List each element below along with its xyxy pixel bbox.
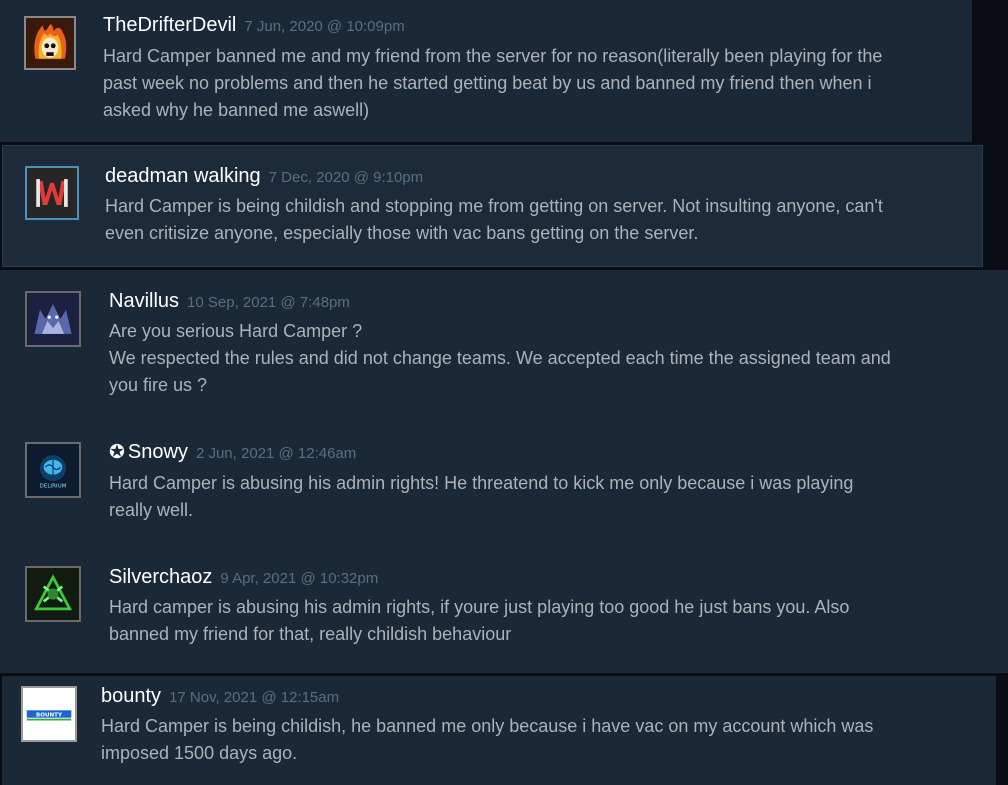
comment-header: Silverchaoz 9 Apr, 2021 @ 10:32pm [109,566,378,589]
comment-text: Are you serious Hard Camper ? We respect… [109,318,891,399]
avatar[interactable] [25,566,81,622]
comment-line: Are you serious Hard Camper ? [109,321,363,341]
comment-header: ✪ Snowy 2 Jun, 2021 @ 12:46am [109,441,356,464]
avatar[interactable]: BOUNTY [21,686,77,742]
comment-header: deadman walking 7 Dec, 2020 @ 9:10pm [105,165,423,188]
comment-line: even critisize anyone, especially those … [105,223,699,243]
timestamp: 9 Apr, 2021 @ 10:32pm [220,570,379,587]
comment-line: asked why he banned me aswell) [103,100,370,120]
comment-group: Navillus 10 Sep, 2021 @ 7:48pm Are you se… [0,270,1008,673]
comment-text: Hard Camper is being childish, he banned… [101,713,873,767]
timestamp: 7 Jun, 2020 @ 10:09pm [244,18,405,35]
star-circle-icon: ✪ [109,442,125,463]
comment-text: Hard camper is abusing his admin rights,… [109,594,849,648]
bounty-logo-icon: BOUNTY [23,688,75,740]
comment-header: Navillus 10 Sep, 2021 @ 7:48pm [109,290,350,313]
w-logo-icon [27,168,77,218]
comment-line: past week no problems and then he starte… [103,73,872,93]
flaming-skull-icon [26,18,74,68]
timestamp: 7 Dec, 2020 @ 9:10pm [268,169,424,186]
comment-card: deadman walking 7 Dec, 2020 @ 9:10pm Hard… [2,145,983,267]
comment-text: Hard Camper is being childish and stoppi… [105,193,883,247]
comment-text: Hard Camper banned me and my friend from… [103,43,882,124]
avatar[interactable] [25,291,81,347]
comment-line: Hard Camper banned me and my friend from… [103,46,883,66]
comment-line: imposed 1500 days ago. [101,743,298,763]
wolf-icon [27,293,79,345]
comment-line: Hard Camper is abusing his admin rights!… [109,473,854,493]
comment-line: We respected the rules and did not chang… [109,348,891,368]
comment-header: bounty 17 Nov, 2021 @ 12:15am [101,685,339,708]
comment-line: really well. [109,500,194,520]
avatar[interactable] [25,166,79,220]
avatar-caption: BOUNTY [36,712,63,718]
author-name[interactable]: deadman walking [105,165,261,187]
author-name[interactable]: Snowy [128,441,188,463]
comment-text: Hard Camper is abusing his admin rights!… [109,470,853,524]
author-name[interactable]: TheDrifterDevil [103,14,236,36]
timestamp: 10 Sep, 2021 @ 7:48pm [187,294,350,311]
brain-icon: DELIRIUM [27,444,79,496]
comment-thread: TheDrifterDevil 7 Jun, 2020 @ 10:09pm Har… [0,0,1008,785]
comment-line: Hard Camper is being childish, he banned… [101,716,874,736]
avatar[interactable]: DELIRIUM [25,442,81,498]
author-name[interactable]: Silverchaoz [109,566,212,588]
author-name[interactable]: bounty [101,685,161,707]
comment-card: TheDrifterDevil 7 Jun, 2020 @ 10:09pm Har… [0,0,972,142]
timestamp: 17 Nov, 2021 @ 12:15am [169,689,340,706]
timestamp: 2 Jun, 2021 @ 12:46am [195,445,357,462]
green-emblem-icon [27,568,79,620]
avatar[interactable] [24,16,76,70]
author-name[interactable]: Navillus [109,290,179,312]
comment-line: you fire us ? [109,375,208,395]
comment-line: Hard camper is abusing his admin rights,… [109,597,850,617]
comment-line: banned my friend for that, really childi… [109,624,512,644]
avatar-caption: DELIRIUM [40,484,67,490]
comment-line: Hard Camper is being childish and stoppi… [105,196,883,216]
comment-card: BOUNTY bounty 17 Nov, 2021 @ 12:15am Hard… [2,676,996,785]
comment-header: TheDrifterDevil 7 Jun, 2020 @ 10:09pm [103,14,405,37]
